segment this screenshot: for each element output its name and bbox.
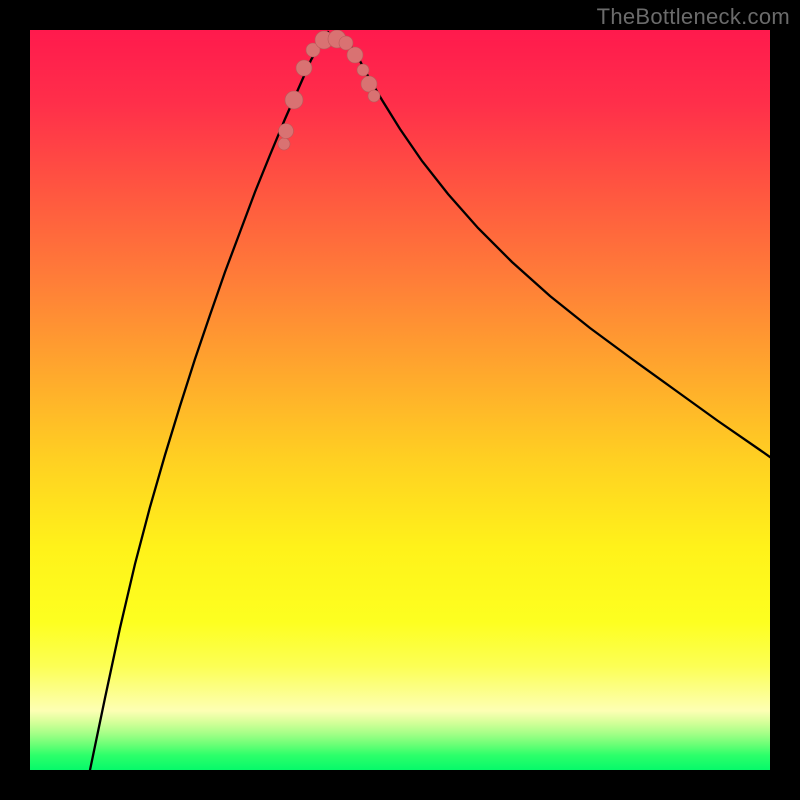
bead-marker xyxy=(361,76,377,92)
watermark-text: TheBottleneck.com xyxy=(597,4,790,30)
curves-svg xyxy=(30,30,770,770)
bead-marker xyxy=(285,91,303,109)
bead-marker xyxy=(357,64,369,76)
bead-marker xyxy=(296,60,312,76)
bead-marker xyxy=(278,138,290,150)
right-curve xyxy=(340,32,770,457)
bead-marker xyxy=(347,47,363,63)
plot-area xyxy=(30,30,770,770)
left-curve xyxy=(90,32,328,770)
bead-marker xyxy=(279,124,294,139)
bead-marker xyxy=(368,90,380,102)
chart-frame: TheBottleneck.com xyxy=(0,0,800,800)
bead-group xyxy=(278,30,380,150)
